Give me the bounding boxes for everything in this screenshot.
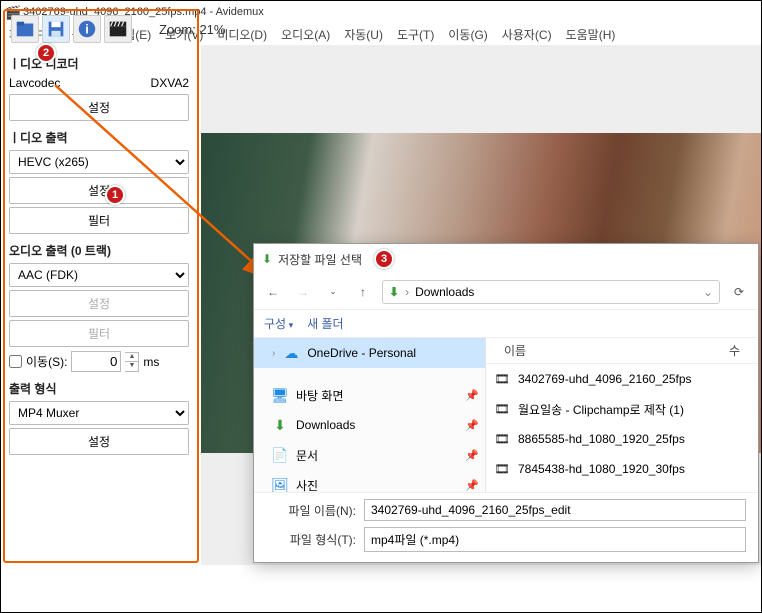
- chevron-right-icon: ›: [405, 285, 409, 299]
- file-name: 월요일송 - Clipchamp로 제작 (1): [518, 401, 684, 418]
- video-file-icon: 🎞: [494, 401, 510, 417]
- file-row[interactable]: 🎞8519530-uhd_2160_3840_30fps: [486, 484, 758, 492]
- save-dialog: ⬇ 저장할 파일 선택 3 ← → ⌄ ↑ ⬇ › Downloads ⌄ ⟳ …: [253, 243, 759, 563]
- file-name: 8865585-hd_1080_1920_25fps: [518, 432, 685, 446]
- lavcodec-label: Lavcodec: [9, 76, 60, 90]
- shift-checkbox[interactable]: [9, 355, 22, 368]
- cloud-icon: ☁: [283, 345, 299, 361]
- video-file-icon: 🎞: [494, 461, 510, 477]
- file-name: 7845438-hd_1080_1920_30fps: [518, 462, 685, 476]
- pin-icon: 📌: [465, 449, 479, 462]
- file-row[interactable]: 🎞 7845438-hd_1080_1920_30fps: [486, 454, 758, 484]
- nav-item-onedrive[interactable]: › ☁ OneDrive - Personal: [254, 338, 485, 368]
- file-row[interactable]: 🎞 3402769-uhd_4096_2160_25fps: [486, 364, 758, 394]
- document-icon: 📄: [272, 447, 288, 463]
- nav-recent-dropdown[interactable]: ⌄: [322, 281, 344, 303]
- save-button[interactable]: [42, 15, 70, 43]
- file-name-label: 파일 이름(N):: [266, 502, 356, 519]
- pin-icon: 📌: [465, 479, 479, 492]
- toolbar: i Zoom: 21%: [7, 11, 757, 47]
- download-icon: ⬇: [272, 417, 288, 433]
- file-list-panel: 이름 수 🎞 3402769-uhd_4096_2160_25fps 🎞 월요일송 …: [486, 338, 758, 492]
- video-file-icon: 🎞: [494, 431, 510, 447]
- svg-text:i: i: [85, 22, 89, 37]
- audio-codec-select[interactable]: AAC (FDK): [9, 263, 189, 287]
- refresh-button[interactable]: ⟳: [728, 281, 750, 303]
- nav-label: Downloads: [296, 418, 355, 432]
- decoder-settings-button[interactable]: 설정: [9, 94, 189, 121]
- video-file-icon: 🎞: [494, 371, 510, 387]
- nav-item-downloads[interactable]: ⬇ Downloads 📌: [254, 410, 485, 440]
- info-button[interactable]: i: [73, 15, 101, 43]
- annotation-badge-3: 3: [374, 249, 394, 269]
- organize-menu[interactable]: 구성: [264, 315, 293, 332]
- output-format-title: 출력 형식: [9, 380, 189, 397]
- column-modified-header[interactable]: 수: [729, 342, 740, 359]
- nav-up-button[interactable]: ↑: [352, 281, 374, 303]
- new-folder-button[interactable]: 새 폴더: [307, 315, 343, 332]
- nav-label: 문서: [296, 447, 318, 464]
- open-button[interactable]: [11, 15, 39, 43]
- muxer-select[interactable]: MP4 Muxer: [9, 401, 189, 425]
- video-codec-select[interactable]: HEVC (x265): [9, 150, 189, 174]
- file-type-select[interactable]: mp4파일 (*.mp4): [364, 527, 746, 552]
- zoom-label: Zoom: 21%: [159, 22, 225, 37]
- pin-icon: 📌: [465, 389, 479, 402]
- nav-label: OneDrive - Personal: [307, 346, 416, 360]
- path-segment[interactable]: Downloads: [415, 285, 474, 299]
- nav-item-desktop[interactable]: 🖥 바탕 화면 📌: [254, 380, 485, 410]
- audio-output-title: 오디오 출력 (0 트랙): [9, 242, 189, 259]
- video-settings-button[interactable]: 설정: [9, 177, 189, 204]
- nav-forward-button[interactable]: →: [292, 281, 314, 303]
- file-name: 3402769-uhd_4096_2160_25fps: [518, 372, 692, 386]
- shift-label: 이동(S):: [26, 353, 67, 370]
- pin-icon: 📌: [465, 419, 479, 432]
- side-panel: i Zoom: 21% ㅣ디오 디코더 Lavcodec DXVA2 설정 ㅣ디…: [3, 9, 199, 563]
- file-row[interactable]: 🎞 월요일송 - Clipchamp로 제작 (1): [486, 394, 758, 424]
- decoder-section-title: ㅣ디오 디코더: [9, 55, 189, 72]
- save-dialog-icon: ⬇: [262, 252, 272, 266]
- dialog-title-bar: ⬇ 저장할 파일 선택 3: [254, 244, 758, 274]
- download-folder-icon: ⬇: [389, 285, 399, 299]
- muxer-settings-button[interactable]: 설정: [9, 428, 189, 455]
- nav-item-documents[interactable]: 📄 문서 📌: [254, 440, 485, 470]
- nav-label: 바탕 화면: [296, 387, 344, 404]
- shift-spinner[interactable]: ▲▼: [125, 352, 139, 372]
- main-row: i Zoom: 21% ㅣ디오 디코더 Lavcodec DXVA2 설정 ㅣ디…: [1, 45, 761, 565]
- chevron-right-icon: ›: [272, 348, 275, 359]
- file-type-value: mp4파일 (*.mp4): [371, 531, 459, 548]
- file-type-label: 파일 형식(T):: [266, 531, 356, 548]
- clapper-button[interactable]: [104, 15, 132, 43]
- ms-label: ms: [143, 355, 159, 369]
- chevron-down-icon[interactable]: ⌄: [703, 285, 713, 299]
- path-box[interactable]: ⬇ › Downloads ⌄: [382, 280, 720, 304]
- dxva-label: DXVA2: [151, 76, 189, 90]
- annotation-badge-2: 2: [36, 43, 56, 63]
- audio-settings-button[interactable]: 설정: [9, 290, 189, 317]
- file-row[interactable]: 🎞 8865585-hd_1080_1920_25fps: [486, 424, 758, 454]
- shift-input[interactable]: [71, 351, 121, 372]
- file-name-input[interactable]: [364, 499, 746, 521]
- video-output-title: ㅣ디오 출력: [9, 129, 189, 146]
- nav-back-button[interactable]: ←: [262, 281, 284, 303]
- save-dialog-title: 저장할 파일 선택: [278, 251, 362, 268]
- nav-item-pictures[interactable]: 🖼 사진 📌: [254, 470, 485, 492]
- desktop-icon: 🖥: [272, 387, 288, 403]
- video-filter-button[interactable]: 필터: [9, 207, 189, 234]
- dialog-nav-panel: › ☁ OneDrive - Personal 🖥 바탕 화면 📌 ⬇ Downloads…: [254, 338, 486, 492]
- picture-icon: 🖼: [272, 477, 288, 492]
- nav-label: 사진: [296, 477, 318, 493]
- annotation-badge-1: 1: [105, 185, 125, 205]
- column-name-header[interactable]: 이름: [504, 342, 526, 359]
- audio-filter-button[interactable]: 필터: [9, 320, 189, 347]
